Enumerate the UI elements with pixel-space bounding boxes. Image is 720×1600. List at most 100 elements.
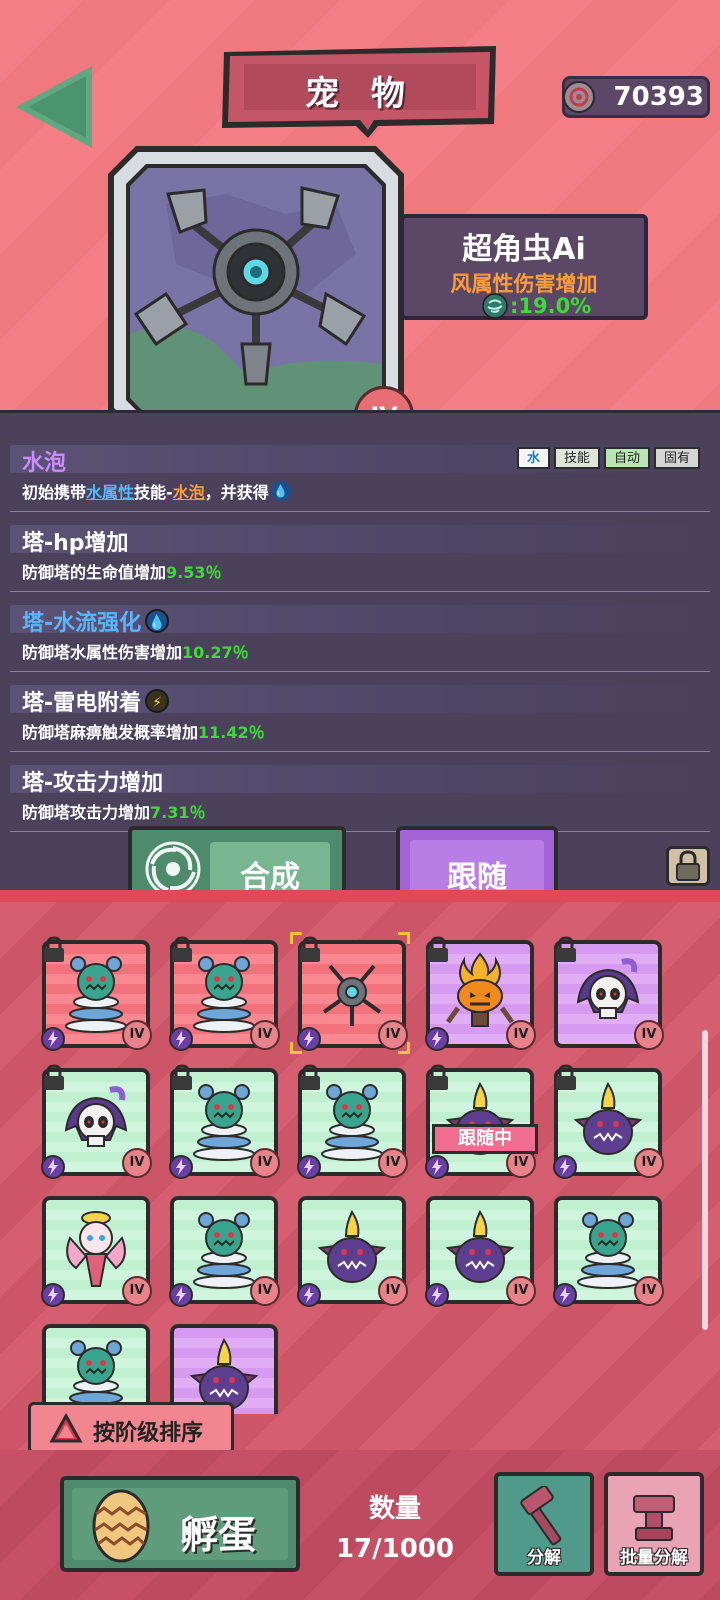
pet-slot[interactable]: IV bbox=[170, 1196, 280, 1306]
slot-level: IV bbox=[122, 1276, 152, 1306]
slot-level: IV bbox=[250, 1148, 280, 1178]
hatch-label: 孵蛋 bbox=[180, 1513, 257, 1557]
pet-slot[interactable]: IV bbox=[170, 1068, 280, 1178]
element-icon bbox=[296, 1282, 322, 1308]
element-icon bbox=[424, 1282, 450, 1308]
pet-slot-selected[interactable]: IV bbox=[298, 940, 408, 1048]
pet-slot[interactable]: IV bbox=[298, 1068, 408, 1178]
skill-row: 塔-水流强化 💧 防御塔水属性伤害增加 10.27％ bbox=[10, 605, 710, 675]
pet-attribute-value: :19.0% bbox=[510, 294, 592, 318]
element-icon bbox=[40, 1154, 66, 1180]
sort-by-rank-button[interactable]: 按阶级排序 bbox=[28, 1402, 234, 1454]
selection-corner bbox=[398, 932, 410, 944]
skill-panel: 水泡 水 技能 自动 固有 初始携带 水属性 技能- 水泡 ，并获得 💧 塔-h… bbox=[0, 410, 720, 890]
robot-monster-icon bbox=[316, 952, 388, 1034]
water-drop-icon: 💧 bbox=[145, 609, 170, 633]
pet-slot[interactable]: IV bbox=[42, 940, 152, 1048]
pet-slot-following[interactable]: IV bbox=[426, 1068, 536, 1176]
pet-slot[interactable] bbox=[42, 1324, 150, 1414]
skill-row: 塔-雷电附着 ⚡ 防御塔麻痹触发概率增加 11.42％ bbox=[10, 685, 710, 755]
skull-monster-icon bbox=[60, 1080, 132, 1162]
slot-level: IV bbox=[378, 1276, 408, 1306]
egg-icon bbox=[92, 1489, 150, 1563]
pet-slot[interactable]: IV bbox=[554, 940, 664, 1050]
spring-monster-icon bbox=[316, 1080, 388, 1162]
pet-slot[interactable]: IV bbox=[554, 1196, 664, 1304]
tag-auto: 自动 bbox=[603, 447, 650, 469]
water-drop-icon: 💧 bbox=[270, 481, 291, 501]
element-icon bbox=[168, 1154, 194, 1180]
lock-icon bbox=[554, 1064, 578, 1092]
wind-element-icon bbox=[482, 293, 508, 319]
slot-level: IV bbox=[634, 1020, 664, 1050]
element-icon bbox=[296, 1154, 322, 1180]
lock-icon bbox=[170, 936, 194, 964]
decompose-button[interactable]: 分解 bbox=[494, 1472, 594, 1576]
following-tag: 跟随中 bbox=[432, 1124, 538, 1154]
desc-text: 防御塔攻击力增加 bbox=[22, 803, 151, 822]
skill-title-text: 塔-雷电附着 bbox=[22, 691, 142, 716]
pet-slot[interactable]: IV bbox=[42, 1068, 152, 1178]
skill-title-text: 塔-水流强化 bbox=[22, 611, 142, 636]
skill-description: 防御塔水属性伤害增加 10.27％ bbox=[22, 639, 249, 663]
bubble-skill-link[interactable]: 水泡 bbox=[173, 479, 205, 503]
desc-text: 防御塔麻痹触发概率增加 bbox=[22, 723, 199, 742]
lock-icon bbox=[676, 850, 700, 881]
inventory-scrollbar[interactable] bbox=[702, 1030, 708, 1330]
element-icon bbox=[40, 1282, 66, 1308]
back-arrow-button[interactable] bbox=[12, 62, 96, 152]
pet-slot[interactable]: IV bbox=[554, 1068, 664, 1176]
skill-title-text: 塔-攻击力增加 bbox=[22, 771, 164, 796]
decompose-label: 分解 bbox=[527, 1548, 561, 1568]
pet-attribute-row: :19.0% bbox=[482, 292, 591, 320]
skill-tags: 水 技能 自动 固有 bbox=[516, 447, 700, 469]
lock-toggle-button[interactable] bbox=[666, 846, 710, 886]
skill-description: 防御塔攻击力增加 7.31％ bbox=[22, 799, 206, 823]
skill-value: 7.31％ bbox=[150, 803, 206, 822]
pet-slot[interactable]: IV bbox=[426, 1196, 536, 1306]
pet-slot[interactable]: IV bbox=[170, 940, 280, 1048]
spring-monster-icon bbox=[188, 1080, 260, 1162]
water-attribute-link[interactable]: 水属性 bbox=[86, 479, 134, 503]
sort-label: 按阶级排序 bbox=[93, 1421, 204, 1446]
skill-title-text: 塔-hp增加 bbox=[22, 531, 129, 556]
pet-slot[interactable]: IV bbox=[42, 1196, 152, 1306]
skill-description: 初始携带 水属性 技能- 水泡 ，并获得 💧 bbox=[22, 479, 291, 503]
skill-row: 塔-hp增加 防御塔的生命值增加 9.53％ bbox=[10, 525, 710, 595]
skill-value: 9.53％ bbox=[166, 563, 222, 582]
slot-level: IV bbox=[506, 1020, 536, 1050]
spring-monster-icon bbox=[188, 1208, 260, 1290]
slot-level: IV bbox=[122, 1148, 152, 1178]
element-icon bbox=[424, 1026, 450, 1052]
batch-decompose-button[interactable]: 批量分解 bbox=[604, 1472, 704, 1576]
lock-icon bbox=[170, 1064, 194, 1092]
pet-slot[interactable] bbox=[170, 1324, 278, 1414]
spring-monster-icon bbox=[60, 952, 132, 1034]
pet-slot[interactable]: IV bbox=[426, 940, 536, 1050]
pet-name: 超角虫Ai bbox=[462, 232, 586, 267]
divider-strip bbox=[0, 890, 720, 902]
element-icon bbox=[168, 1282, 194, 1308]
skill-row: 水泡 水 技能 自动 固有 初始携带 水属性 技能- 水泡 ，并获得 💧 bbox=[10, 445, 710, 515]
tag-innate: 固有 bbox=[653, 447, 700, 469]
divider bbox=[10, 831, 710, 832]
slot-level: IV bbox=[250, 1276, 280, 1306]
spring-monster-icon bbox=[188, 952, 260, 1034]
pet-slot[interactable]: IV bbox=[298, 1196, 408, 1306]
slot-level: IV bbox=[506, 1276, 536, 1306]
divider bbox=[10, 511, 710, 512]
horn-monster-icon bbox=[444, 1208, 516, 1290]
lightning-icon: ⚡ bbox=[145, 689, 170, 713]
anvil-icon bbox=[633, 1495, 675, 1541]
hatch-egg-button[interactable]: 孵蛋 bbox=[60, 1476, 300, 1572]
selection-corner bbox=[398, 1042, 410, 1054]
divider bbox=[10, 591, 710, 592]
tag-skill: 技能 bbox=[553, 447, 600, 469]
skull-monster-icon bbox=[572, 952, 644, 1034]
slot-level: IV bbox=[378, 1148, 408, 1178]
horn-monster-icon bbox=[316, 1208, 388, 1290]
skill-description: 防御塔的生命值增加 9.53％ bbox=[22, 559, 222, 583]
skill-value: 11.42％ bbox=[198, 723, 265, 742]
count-title: 数量 bbox=[368, 1494, 421, 1524]
tag-water: 水 bbox=[516, 447, 550, 469]
